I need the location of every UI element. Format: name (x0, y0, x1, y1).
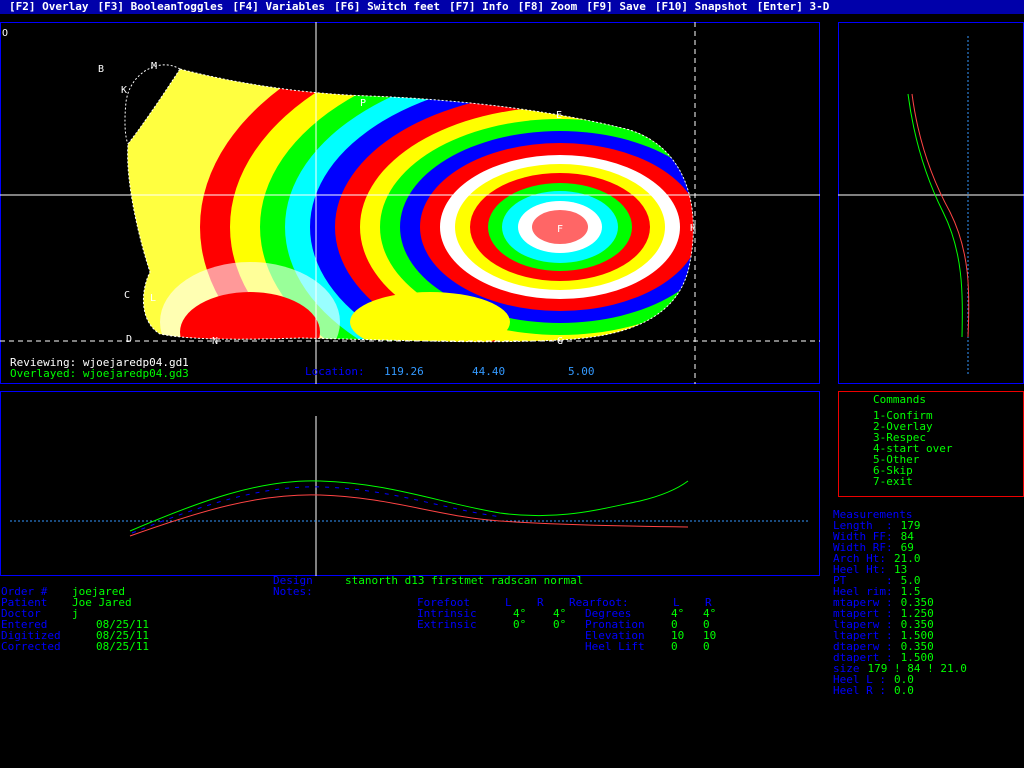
command-exit[interactable]: 7-exit (873, 476, 913, 487)
rearfoot-row-right: 0 (703, 640, 710, 653)
overlayed-file: Overlayed: wjoejaredp04.gd3 (10, 367, 189, 380)
landmark-c: C (124, 290, 130, 301)
landmark-k: K (121, 85, 127, 96)
longitudinal-plot (10, 416, 810, 576)
measurement-value: 0.0 (893, 684, 914, 697)
menu-item-3[interactable]: [F6] Switch feet (334, 0, 440, 13)
menu-item-8[interactable]: [Enter] 3-D (757, 0, 830, 13)
landmark-l: L (150, 293, 156, 304)
menu-item-6[interactable]: [F9] Save (586, 0, 646, 13)
landmark-p: P (360, 98, 366, 109)
measurement-label: Heel R : (833, 684, 886, 697)
menu-item-4[interactable]: [F7] Info (449, 0, 509, 13)
landmark-n: N (212, 336, 218, 347)
menu-item-5[interactable]: [F8] Zoom (518, 0, 578, 13)
measurement-row: Heel R : 0.0 (833, 685, 914, 696)
menu-item-2[interactable]: [F4] Variables (232, 0, 325, 13)
location-z: 5.00 (568, 365, 595, 378)
design-value: stanorth d13 firstmet radscan normal (345, 574, 584, 587)
forefoot-extrinsic-l: 0° (513, 618, 527, 631)
landmark-e: E (556, 110, 562, 121)
landmark-h: H (690, 223, 696, 234)
landmark-b: B (98, 64, 104, 75)
forefoot-l-header: L (505, 596, 512, 609)
forefoot-r-header: R (537, 596, 544, 609)
location-y: 44.40 (472, 365, 506, 378)
landmark-m: M (151, 61, 157, 72)
forefoot-extrinsic-r: 0° (553, 618, 567, 631)
rearfoot-row-left: 0 (671, 640, 678, 653)
menu-item-1[interactable]: [F3] BooleanToggles (97, 0, 223, 13)
landmark-d: D (126, 334, 132, 345)
location-label: Location: (305, 365, 365, 378)
landmark-f: F (557, 224, 563, 235)
rearfoot-row-label: Heel Lift (585, 640, 645, 653)
forefoot-extrinsic-label: Extrinsic (417, 618, 477, 631)
menu-item-7[interactable]: [F10] Snapshot (655, 0, 748, 13)
landmark-o: O (2, 28, 8, 39)
order-field-value: Joe Jared (72, 596, 132, 609)
order-field-value: j (72, 607, 79, 620)
order-field-value: 08/25/11 (96, 640, 149, 653)
order-field-label: Corrected (1, 640, 61, 653)
location-x: 119.26 (384, 365, 424, 378)
menu-item-0[interactable]: [F2] Overlay (9, 0, 88, 13)
foot-contour-plot[interactable]: O B M K P E F H C L D N G (0, 22, 820, 384)
function-key-menu-bar: [F2] Overlay [F3] BooleanToggles [F4] Vari… (0, 0, 1024, 14)
notes-label: Notes: (273, 585, 313, 598)
commands-title: Commands (873, 393, 926, 406)
side-profile-plot (838, 36, 1024, 374)
landmark-g: G (557, 336, 563, 347)
